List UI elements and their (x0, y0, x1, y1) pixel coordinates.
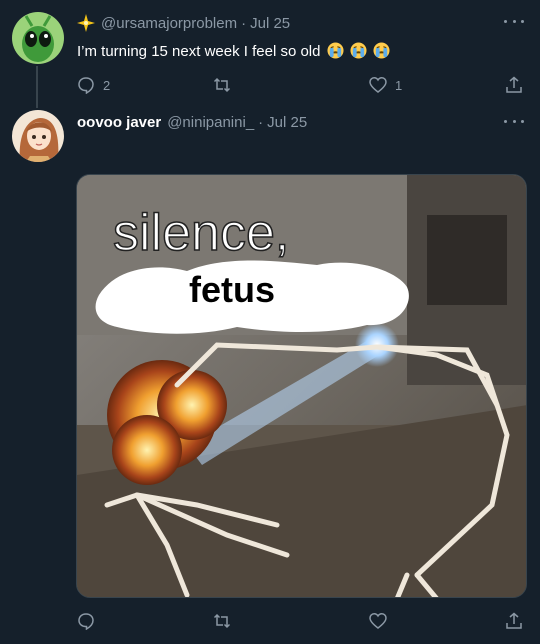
meme-top-text: silence, (113, 204, 289, 262)
crying-face-emoji-icon (350, 42, 367, 59)
reply-button[interactable] (77, 612, 95, 630)
tweet-2-media-image[interactable]: silence, fetus (76, 174, 527, 598)
tweet-1-handle[interactable]: @ursamajorproblem (101, 15, 237, 32)
like-button[interactable]: 1 (369, 76, 402, 94)
retweet-button[interactable] (213, 612, 231, 630)
meme-image: silence, fetus (77, 175, 526, 597)
anime-avatar-image (12, 110, 64, 162)
share-icon (506, 76, 522, 93)
sparkle-icon (77, 14, 95, 32)
crying-face-emoji-icon (373, 42, 390, 59)
tweet-2-actions (77, 612, 527, 636)
heart-icon (369, 77, 387, 93)
more-options-icon[interactable] (504, 16, 524, 26)
tweet-1-header: @ursamajorproblem · Jul 25 (77, 14, 290, 32)
tweet-1-separator: · (241, 14, 247, 32)
avatar-ninipanini[interactable] (12, 110, 64, 162)
alien-avatar-image (12, 12, 64, 64)
tweet-1-date[interactable]: Jul 25 (250, 15, 290, 32)
reply-icon (78, 77, 94, 94)
reply-icon (78, 613, 94, 630)
share-icon (506, 612, 522, 629)
tweet-1-text: I’m turning 15 next week I feel so old (77, 42, 390, 60)
tweet-2-separator: · (258, 114, 264, 131)
retweet-icon (213, 613, 231, 629)
heart-icon (369, 613, 387, 629)
meme-caption-text: fetus (189, 269, 275, 310)
reply-count: 2 (103, 77, 111, 93)
retweet-button[interactable] (213, 76, 231, 94)
avatar-ursamajorproblem[interactable] (12, 12, 64, 64)
crying-face-emoji-icon (327, 42, 344, 59)
tweet-2-display-name[interactable]: oovoo javer (77, 114, 161, 131)
tweet-1[interactable]: @ursamajorproblem · Jul 25 I’m turning 1… (0, 0, 540, 108)
tweet-2-date[interactable]: Jul 25 (267, 114, 307, 131)
tweet-1-text-content: I’m turning 15 next week I feel so old (77, 43, 321, 60)
like-button[interactable] (369, 612, 387, 630)
tweet-2-header: oovoo javer @ninipanini_ · Jul 25 (77, 114, 307, 131)
share-button[interactable] (505, 612, 523, 630)
thread-connector-line (36, 66, 38, 108)
tweet-2-handle[interactable]: @ninipanini_ (167, 114, 254, 131)
tweet-1-actions: 2 1 (77, 76, 527, 100)
retweet-icon (213, 77, 231, 93)
like-count: 1 (395, 77, 403, 93)
more-options-icon[interactable] (504, 116, 524, 126)
reply-button[interactable]: 2 (77, 76, 110, 94)
share-button[interactable] (505, 76, 523, 94)
